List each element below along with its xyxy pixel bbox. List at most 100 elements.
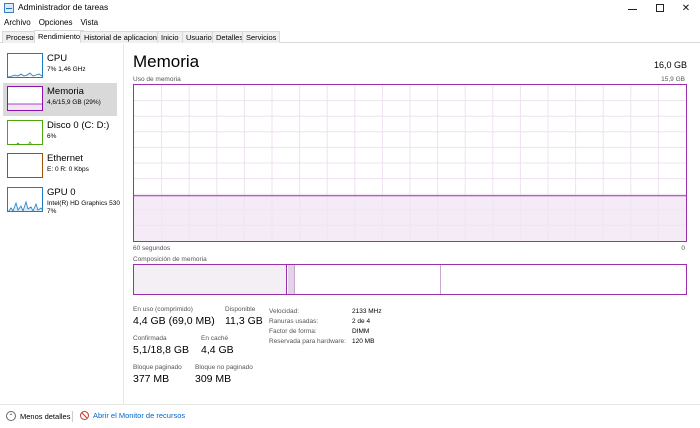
disk-thumbnail	[7, 120, 43, 145]
stat-value: 4,4 GB (69,0 MB)	[133, 315, 215, 327]
graph-zero-label: 0	[681, 245, 685, 252]
property-value: DIMM	[352, 328, 370, 335]
composition-standby	[296, 265, 441, 294]
stat-value: 309 MB	[195, 373, 232, 385]
stat-label: Confirmada	[133, 335, 167, 342]
memory-stats: En uso (comprimido) 4,4 GB (69,0 MB) Dis…	[133, 306, 687, 401]
stat-value: 377 MB	[133, 373, 170, 385]
footer-separator	[72, 411, 73, 422]
title-bar: Administrador de tareas ✕	[0, 0, 700, 16]
stat-value: 4,4 GB	[201, 344, 234, 356]
property-key: Reservada para hardware:	[269, 338, 346, 345]
stat-value: 11,3 GB	[225, 315, 263, 327]
graph-max-label: 15,9 GB	[661, 76, 685, 83]
composition-in-use	[134, 265, 287, 294]
memory-thumbnail	[7, 86, 43, 111]
chevron-up-icon: ⌃	[6, 411, 16, 421]
graph-time-label: 60 segundos	[133, 245, 171, 252]
ethernet-thumbnail	[7, 153, 43, 178]
property-row: Reservada para hardware: 120 MB	[269, 338, 409, 348]
stat-available: Disponible 11,3 GB	[225, 306, 263, 327]
stat-committed: Confirmada 5,1/18,8 GB	[133, 335, 189, 356]
property-key: Factor de forma:	[269, 328, 317, 335]
sidebar-item-disco[interactable]: Disco 0 (C: D:) 6%	[3, 117, 117, 150]
stat-label: Bloque paginado	[133, 364, 182, 371]
minimize-button[interactable]	[618, 0, 646, 16]
stat-cached: En caché 4,4 GB	[201, 335, 234, 356]
memory-composition-bar	[133, 264, 687, 295]
memory-usage-graph-svg	[134, 85, 686, 241]
sidebar-item-name: Disco 0 (C: D:)	[47, 120, 110, 131]
minimize-icon	[627, 8, 637, 10]
menu-archivo[interactable]: Archivo	[0, 16, 35, 29]
sidebar-item-gpu[interactable]: GPU 0 Intel(R) HD Graphics 530 7%	[3, 184, 120, 217]
footer-bar: ⌃ Menos detalles Abrir el Monitor de rec…	[0, 404, 700, 428]
tab-servicios[interactable]: Servicios	[242, 31, 281, 43]
maximize-button[interactable]	[646, 0, 674, 16]
memory-properties: Velocidad: 2133 MHz Ranuras usadas: 2 de…	[269, 308, 409, 348]
sidebar-item-name: Memoria	[47, 86, 84, 97]
stat-in-use: En uso (comprimido) 4,4 GB (69,0 MB)	[133, 306, 215, 327]
task-manager-icon	[4, 3, 14, 13]
resource-monitor-icon	[80, 411, 89, 420]
tab-historial[interactable]: Historial de aplicaciones	[80, 31, 169, 43]
maximize-icon	[656, 4, 664, 12]
property-key: Velocidad:	[269, 308, 299, 315]
sidebar-item-cpu[interactable]: CPU 7% 1,46 GHz	[3, 50, 117, 83]
property-key: Ranuras usadas:	[269, 318, 319, 325]
memory-panel: Memoria 16,0 GB Uso de memoria 15,9 GB 6…	[133, 44, 687, 404]
sidebar-item-sub: E: 0 R: 0 Kbps	[47, 166, 89, 173]
fewer-details-label: Menos detalles	[20, 411, 71, 421]
resource-sidebar: CPU 7% 1,46 GHz Memoria 4,6/15,9 GB (29%…	[0, 44, 123, 404]
close-icon: ✕	[681, 2, 691, 14]
property-row: Factor de forma: DIMM	[269, 328, 409, 338]
memory-usage-graph	[133, 84, 687, 242]
sidebar-item-ethernet[interactable]: Ethernet E: 0 R: 0 Kbps	[3, 150, 117, 183]
graph-label: Uso de memoria	[133, 76, 181, 83]
sidebar-item-sub: Intel(R) HD Graphics 530	[47, 200, 120, 207]
property-value: 2 de 4	[352, 318, 371, 325]
memory-usage-area	[134, 195, 686, 241]
property-value: 120 MB	[352, 338, 375, 345]
menu-bar: Archivo Opciones Vista	[0, 16, 700, 29]
close-button[interactable]: ✕	[672, 0, 700, 16]
sidebar-item-sub2: 7%	[47, 208, 57, 215]
stat-value: 5,1/18,8 GB	[133, 344, 190, 356]
cpu-thumbnail	[7, 53, 43, 78]
sidebar-item-name: Ethernet	[47, 153, 83, 164]
stat-label: En uso (comprimido)	[133, 306, 193, 313]
disk-thumbnail-graph	[16, 141, 32, 144]
menu-opciones[interactable]: Opciones	[35, 16, 77, 29]
tab-bar: Procesos Rendimiento Historial de aplica…	[0, 30, 700, 43]
stat-paged-pool: Bloque paginado 377 MB	[133, 364, 182, 385]
sidebar-item-name: CPU	[47, 53, 68, 64]
stat-label: Bloque no paginado	[195, 364, 253, 371]
property-value: 2133 MHz	[352, 308, 382, 315]
fewer-details-button[interactable]: ⌃ Menos detalles	[6, 411, 70, 421]
sidebar-item-memoria[interactable]: Memoria 4,6/15,9 GB (29%)	[3, 83, 117, 116]
stat-nonpaged-pool: Bloque no paginado 309 MB	[195, 364, 253, 385]
ethernet-thumbnail-graph	[8, 154, 43, 178]
property-row: Ranuras usadas: 2 de 4	[269, 318, 409, 328]
gpu-thumbnail	[7, 187, 43, 212]
sidebar-item-name: GPU 0	[47, 187, 76, 198]
total-memory: 16,0 GB	[653, 60, 687, 70]
stat-label: En caché	[201, 335, 229, 342]
sidebar-item-sub: 7% 1,46 GHz	[47, 66, 86, 73]
page-title: Memoria	[133, 52, 200, 71]
composition-modified	[288, 265, 295, 294]
stat-label: Disponible	[225, 306, 256, 313]
property-row: Velocidad: 2133 MHz	[269, 308, 409, 318]
gpu-thumbnail-graph	[8, 200, 42, 211]
composition-label: Composición de memoria	[133, 256, 207, 263]
sidebar-item-sub: 4,6/15,9 GB (29%)	[47, 99, 101, 106]
tab-rendimiento[interactable]: Rendimiento	[34, 30, 85, 43]
resource-monitor-label: Abrir el Monitor de recursos	[93, 411, 186, 420]
menu-vista[interactable]: Vista	[76, 16, 102, 29]
tab-inicio[interactable]: Inicio	[157, 31, 183, 43]
cpu-thumbnail-graph	[8, 72, 42, 77]
memory-thumbnail-graph	[8, 103, 42, 110]
resource-monitor-link[interactable]: Abrir el Monitor de recursos	[80, 411, 185, 420]
window-title: Administrador de tareas	[18, 2, 109, 12]
sidebar-item-sub: 6%	[47, 133, 57, 140]
